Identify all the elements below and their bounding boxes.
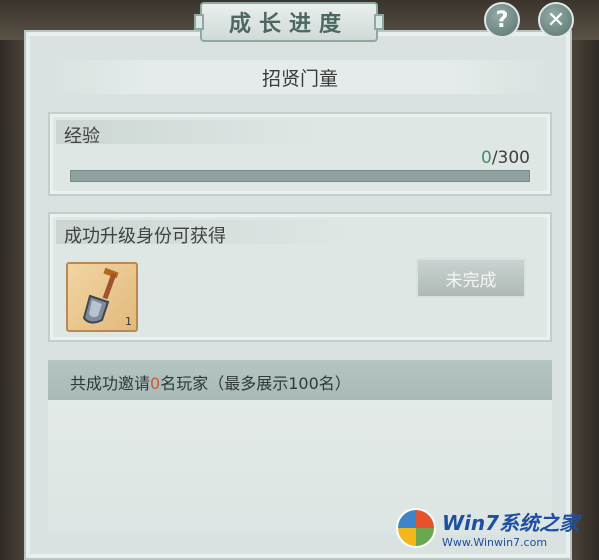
invite-header: 共成功邀请0名玩家（最多展示100名）: [48, 360, 552, 400]
invite-count: 0: [150, 374, 161, 393]
experience-max: 300: [497, 148, 530, 168]
watermark-url: Www.Winwin7.com: [442, 536, 548, 549]
watermark-title: Win7系统之家: [442, 511, 580, 535]
invite-summary: 共成功邀请0名玩家（最多展示100名）: [70, 370, 351, 394]
item-quantity: 1: [125, 315, 132, 328]
close-icon: ✕: [546, 7, 566, 33]
window-title: 成长进度: [194, 2, 384, 42]
question-icon: ?: [495, 7, 509, 33]
reward-label: 成功升级身份可获得: [64, 226, 226, 247]
experience-box: 经验 0/300: [48, 112, 552, 196]
experience-progress-bar: [70, 170, 530, 182]
experience-count: 0/300: [481, 148, 530, 168]
incomplete-button[interactable]: 未完成: [416, 258, 526, 298]
experience-label: 经验: [64, 126, 100, 147]
background-right: [573, 40, 599, 560]
watermark-text: Win7系统之家 Www.Winwin7.com: [442, 507, 579, 549]
rank-title-text: 招贤门童: [261, 67, 338, 90]
reward-box: 成功升级身份可获得 1 未完成: [48, 212, 552, 342]
reward-item-slot[interactable]: 1: [66, 262, 138, 332]
invite-suffix: 名玩家（最多展示100名）: [160, 374, 351, 393]
watermark: Win7系统之家 Www.Winwin7.com: [396, 500, 596, 556]
rank-title: 招贤门童: [48, 60, 552, 94]
help-button[interactable]: ?: [484, 2, 520, 38]
invite-prefix: 共成功邀请: [70, 374, 151, 393]
close-button[interactable]: ✕: [538, 2, 574, 38]
experience-current: 0: [480, 148, 492, 168]
windows-logo-icon: [396, 508, 436, 548]
background-left: [0, 40, 24, 560]
